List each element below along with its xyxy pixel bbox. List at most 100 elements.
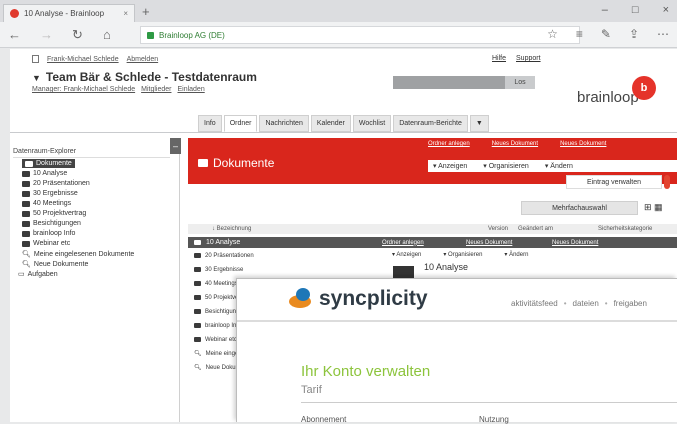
- new-tab-button[interactable]: +: [142, 4, 150, 19]
- help-links: Hilfe Support: [492, 55, 541, 62]
- sidebar-item[interactable]: 20 Präsentationen: [22, 180, 90, 187]
- tab-close-icon[interactable]: ×: [123, 9, 128, 18]
- search-icon: 🔍︎: [22, 251, 31, 258]
- mehrfachauswahl-button[interactable]: Mehrfachauswahl: [521, 201, 638, 215]
- sidebar-item[interactable]: Besichtigungen: [22, 220, 81, 227]
- members-link[interactable]: Mitglieder: [141, 86, 171, 93]
- sidebar-item[interactable]: 10 Analyse: [22, 170, 67, 177]
- nav-freigaben[interactable]: freigaben: [614, 299, 647, 308]
- sidebar-item-label: Meine eingelesenen Dokumente: [33, 250, 135, 258]
- new-document-link-2[interactable]: Neues Dokument: [560, 141, 606, 147]
- notes-icon[interactable]: ✎: [601, 27, 611, 41]
- favorite-star-icon[interactable]: ☆: [547, 27, 558, 41]
- row-context-menu: ▾ Anzeigen ▾ Organisieren ▾ Ändern: [392, 251, 528, 258]
- tab-info[interactable]: Info: [198, 115, 222, 132]
- eintrag-verwalten-button[interactable]: Eintrag verwalten: [566, 175, 662, 189]
- tab-more[interactable]: ▼: [469, 115, 489, 132]
- collapse-icon[interactable]: –: [170, 138, 181, 154]
- nav-dateien[interactable]: dateien: [573, 299, 599, 308]
- section-title: Dokumente: [198, 156, 274, 170]
- sidebar-item[interactable]: 40 Meetings: [22, 200, 71, 207]
- sidebar-item-label: Besichtigungen: [33, 220, 81, 227]
- file-name: Webinar etc: [205, 336, 237, 343]
- invite-link[interactable]: Einladen: [177, 86, 204, 93]
- folder-icon: [194, 253, 201, 258]
- column-geaendert[interactable]: Geändert am: [518, 226, 553, 232]
- sidebar-item[interactable]: Webinar etc: [22, 240, 70, 247]
- user-name-link[interactable]: Frank-Michael Schlede: [47, 56, 119, 63]
- search-icon: 🔍︎: [194, 351, 202, 357]
- sidebar-heading: Datenraum-Explorer: [13, 148, 170, 158]
- sidebar-item-label: Dokumente: [36, 160, 72, 167]
- folder-icon: [194, 267, 201, 272]
- close-window-icon[interactable]: ×: [663, 4, 669, 16]
- folder-icon: [194, 337, 201, 342]
- support-link[interactable]: Support: [516, 55, 541, 62]
- column-sicherheit[interactable]: Sicherheitskategorie: [598, 226, 652, 232]
- row-link[interactable]: Neues Dokument: [552, 240, 598, 246]
- brainloop-favicon-icon: [10, 9, 19, 18]
- hub-icon[interactable]: ≡: [576, 27, 583, 41]
- team-title-text: Team Bär & Schlede - Testdatenraum: [45, 70, 257, 84]
- column-bezeichnung[interactable]: ↓ Bezeichnung: [212, 226, 251, 232]
- syncplicity-window: syncplicity aktivitätsfeed • dateien • f…: [236, 278, 677, 424]
- column-version[interactable]: Version: [488, 226, 508, 232]
- menu-organisieren[interactable]: ▾ Organisieren: [483, 162, 529, 170]
- tab-kalender[interactable]: Kalender: [310, 115, 351, 132]
- ctx-anzeigen[interactable]: ▾ Anzeigen: [392, 251, 421, 258]
- sidebar-item[interactable]: brainloop Info: [22, 230, 75, 237]
- table-row[interactable]: 20 Präsentationen: [188, 250, 381, 261]
- logout-link[interactable]: Abmelden: [127, 56, 159, 63]
- back-arrow-icon[interactable]: ←: [8, 27, 21, 42]
- table-row[interactable]: 30 Ergebnisse: [188, 264, 381, 275]
- search-icon: 🔍︎: [22, 261, 31, 268]
- sidebar-item[interactable]: 🔍︎ Meine eingelesenen Dokumente: [22, 250, 135, 259]
- folder-icon: [194, 309, 201, 314]
- nutzung-label: Nutzung: [479, 415, 509, 424]
- table-row-selected[interactable]: 10 Analyse Ordner anlegen Neues Dokument…: [188, 237, 677, 248]
- home-icon[interactable]: ⌂: [103, 27, 111, 42]
- sidebar-item-label: 30 Ergebnisse: [33, 190, 78, 197]
- tab-ordner[interactable]: Ordner: [223, 115, 258, 132]
- menu-aendern[interactable]: ▾ Ändern: [545, 162, 573, 170]
- row-link[interactable]: Ordner anlegen: [382, 240, 424, 246]
- minimize-icon[interactable]: –: [602, 4, 608, 16]
- caret-down-icon[interactable]: ▼: [32, 73, 41, 83]
- syncplicity-header: syncplicity aktivitätsfeed • dateien • f…: [237, 279, 677, 322]
- file-name: 20 Präsentationen: [205, 252, 254, 259]
- tab-nachrichten[interactable]: Nachrichten: [259, 115, 309, 132]
- red-action-links: Ordner anlegen Neues Dokument Neues Doku…: [428, 141, 606, 147]
- sidebar-item[interactable]: 50 Projektvertrag: [22, 210, 86, 217]
- sidebar-item-dokumente[interactable]: Dokumente: [22, 159, 75, 168]
- nav-tabs: Info Ordner Nachrichten Kalender Wochlis…: [198, 115, 489, 132]
- sidebar-item[interactable]: 🔍︎ Neue Dokumente: [22, 260, 88, 269]
- row-link[interactable]: Neues Dokument: [466, 240, 512, 246]
- create-folder-link[interactable]: Ordner anlegen: [428, 141, 470, 147]
- browser-tab[interactable]: 10 Analyse - Brainloop ×: [3, 4, 135, 22]
- abonnement-label: Abonnement: [301, 415, 347, 424]
- manager-label[interactable]: Manager: Frank-Michael Schlede: [32, 86, 135, 93]
- help-link[interactable]: Hilfe: [492, 55, 506, 62]
- maximize-icon[interactable]: □: [632, 4, 639, 16]
- table-header: ↓ Bezeichnung Version Geändert am Sicher…: [188, 224, 677, 234]
- share-icon[interactable]: ⇪: [629, 27, 639, 41]
- ctx-aendern[interactable]: ▾ Ändern: [504, 251, 528, 258]
- toggle-indicator[interactable]: [664, 175, 670, 189]
- nav-aktivitaetsfeed[interactable]: aktivitätsfeed: [511, 299, 558, 308]
- sidebar-item[interactable]: ▭ Aufgaben: [18, 270, 58, 279]
- refresh-icon[interactable]: ↻: [72, 27, 83, 43]
- grid-view-icon[interactable]: ⊞ ▦: [644, 202, 663, 213]
- forward-arrow-icon[interactable]: →: [40, 27, 53, 42]
- section-title-text: Dokumente: [213, 156, 275, 170]
- tab-wochlist[interactable]: Wochlist: [352, 115, 392, 132]
- ctx-organisieren[interactable]: ▾ Organisieren: [443, 251, 482, 258]
- search-button[interactable]: Los: [505, 76, 535, 89]
- window-controls: – □ ×: [602, 4, 669, 16]
- folder-icon: [22, 240, 30, 247]
- sidebar-item[interactable]: 30 Ergebnisse: [22, 190, 78, 197]
- tab-berichte[interactable]: Datenraum-Berichte: [393, 115, 468, 132]
- address-bar[interactable]: Brainloop AG (DE): [140, 26, 580, 44]
- more-icon[interactable]: ⋯: [657, 27, 669, 41]
- new-document-link[interactable]: Neues Dokument: [492, 141, 538, 147]
- menu-anzeigen[interactable]: ▾ Anzeigen: [433, 162, 467, 170]
